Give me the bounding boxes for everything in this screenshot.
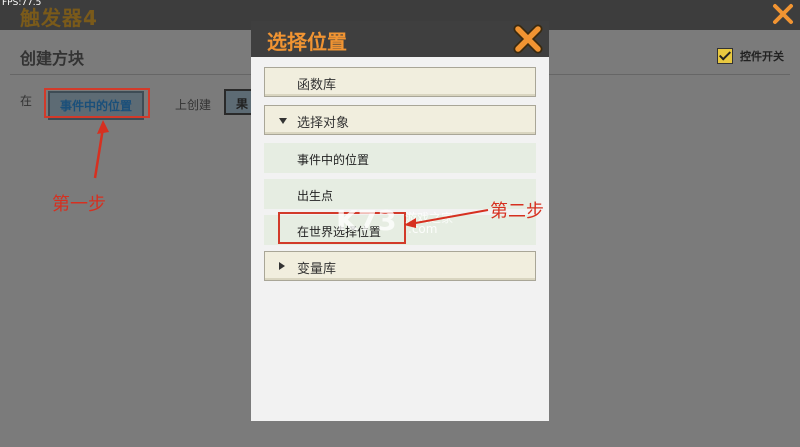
item-label: 函数库 <box>297 78 337 93</box>
watermark-logo: K73 <box>336 204 397 237</box>
option-event-position[interactable]: 事件中的位置 <box>264 143 536 173</box>
dialog-header: 选择位置 <box>251 21 549 57</box>
position-list: 函数库 选择对象 事件中的位置 出生点 在世界选择位置 变量库 <box>264 67 536 289</box>
item-label: 变量库 <box>297 262 337 277</box>
block-select-button[interactable]: 果 <box>224 89 254 115</box>
step2-arrow <box>404 209 489 228</box>
list-item-select-object[interactable]: 选择对象 <box>264 105 536 135</box>
control-toggle[interactable]: 控件开关 <box>717 48 784 64</box>
item-label: 出生点 <box>297 189 334 203</box>
step1-highlight-box <box>44 88 150 118</box>
step1-label: 第一步 <box>52 194 106 215</box>
expand-right-icon <box>279 262 285 270</box>
dialog-close-icon[interactable] <box>513 24 543 54</box>
dialog-title: 选择位置 <box>267 30 347 54</box>
window-title: 触发器4 <box>20 6 98 30</box>
expand-down-icon <box>279 118 287 124</box>
list-item-variable-library[interactable]: 变量库 <box>264 251 536 281</box>
step2-label: 第二步 <box>490 201 544 222</box>
row-prefix: 在 <box>20 94 33 108</box>
section-title: 创建方块 <box>20 49 85 68</box>
row-suffix: 上创建 <box>175 98 212 112</box>
item-label: 选择对象 <box>297 116 350 131</box>
toggle-checkbox[interactable] <box>717 48 733 64</box>
toggle-label: 控件开关 <box>740 50 784 63</box>
item-label: 事件中的位置 <box>297 153 370 167</box>
list-item-function-library[interactable]: 函数库 <box>264 67 536 97</box>
step1-arrow <box>93 120 109 179</box>
close-icon[interactable] <box>772 3 794 25</box>
